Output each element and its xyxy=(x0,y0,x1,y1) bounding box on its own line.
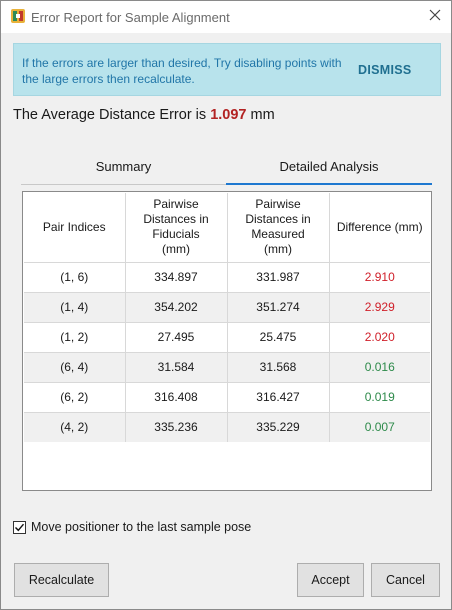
cell-pair-indices: (1, 2) xyxy=(24,321,126,352)
table-row[interactable]: (1, 4) 354.202 351.274 2.929 xyxy=(24,291,430,322)
move-positioner-checkbox[interactable] xyxy=(13,520,26,534)
move-positioner-option[interactable]: Move positioner to the last sample pose xyxy=(13,519,251,535)
recalculate-button[interactable]: Recalculate xyxy=(14,563,109,597)
cell-fiducial-distance: 316.408 xyxy=(125,381,228,412)
tab-detailed-analysis[interactable]: Detailed Analysis xyxy=(226,151,432,185)
cell-fiducial-distance: 354.202 xyxy=(125,291,228,322)
analysis-tabs: Summary Detailed Analysis xyxy=(21,151,432,185)
close-button[interactable] xyxy=(422,5,448,29)
cell-fiducial-distance: 335.236 xyxy=(125,411,228,442)
cell-measured-distance: 351.274 xyxy=(227,291,330,322)
cell-measured-distance: 25.475 xyxy=(227,321,330,352)
cell-difference: 0.016 xyxy=(329,351,430,382)
cell-pair-indices: (6, 4) xyxy=(24,351,126,382)
average-error-unit: mm xyxy=(250,107,275,123)
cell-pair-indices: (4, 2) xyxy=(24,411,126,442)
table-row[interactable]: (6, 2) 316.408 316.427 0.019 xyxy=(24,381,430,412)
header-pair-indices: Pair Indices xyxy=(24,193,126,262)
cell-difference: 0.007 xyxy=(329,411,430,442)
app-logo-icon xyxy=(11,9,25,23)
cell-measured-distance: 335.229 xyxy=(227,411,330,442)
cell-fiducial-distance: 27.495 xyxy=(125,321,228,352)
cell-difference: 0.019 xyxy=(329,381,430,412)
info-banner: If the errors are larger than desired, T… xyxy=(13,43,441,96)
cell-difference: 2.910 xyxy=(329,261,430,292)
table-row[interactable]: (4, 2) 335.236 335.229 0.007 xyxy=(24,411,430,442)
table-row[interactable]: (6, 4) 31.584 31.568 0.016 xyxy=(24,351,430,382)
cell-measured-distance: 331.987 xyxy=(227,261,330,292)
table-header-row: Pair Indices Pairwise Distances in Fiduc… xyxy=(24,193,430,262)
cell-fiducial-distance: 31.584 xyxy=(125,351,228,382)
cancel-button[interactable]: Cancel xyxy=(371,563,440,597)
checkmark-icon xyxy=(15,523,25,531)
move-positioner-label[interactable]: Move positioner to the last sample pose xyxy=(31,520,251,534)
average-error-label: The Average Distance Error is xyxy=(13,107,207,123)
window-title: Error Report for Sample Alignment xyxy=(31,10,230,25)
cell-pair-indices: (1, 4) xyxy=(24,291,126,322)
banner-message: If the errors are larger than desired, T… xyxy=(22,56,342,86)
tab-summary[interactable]: Summary xyxy=(21,151,226,185)
cell-difference: 2.929 xyxy=(329,291,430,322)
close-icon[interactable] xyxy=(429,8,441,26)
cell-difference: 2.020 xyxy=(329,321,430,352)
cell-pair-indices: (1, 6) xyxy=(24,261,126,292)
header-measured-distances: Pairwise Distances in Measured (mm) xyxy=(227,193,330,262)
title-bar: Error Report for Sample Alignment xyxy=(1,1,451,33)
header-difference: Difference (mm) xyxy=(336,219,423,234)
table-row[interactable]: (1, 2) 27.495 25.475 2.020 xyxy=(24,321,430,352)
cell-fiducial-distance: 334.897 xyxy=(125,261,228,292)
dismiss-button[interactable]: DISMISS xyxy=(358,63,412,77)
table-row[interactable]: (1, 6) 334.897 331.987 2.910 xyxy=(24,261,430,292)
header-fiducial-distances: Pairwise Distances in Fiducials (mm) xyxy=(125,193,228,262)
error-report-dialog: Error Report for Sample Alignment If the… xyxy=(0,0,452,610)
detailed-analysis-table: Pair Indices Pairwise Distances in Fiduc… xyxy=(22,191,432,491)
average-error-value: 1.097 xyxy=(210,107,247,123)
cell-measured-distance: 316.427 xyxy=(227,381,330,412)
cell-measured-distance: 31.568 xyxy=(227,351,330,382)
cell-pair-indices: (6, 2) xyxy=(24,381,126,412)
accept-button[interactable]: Accept xyxy=(297,563,364,597)
average-error-line: The Average Distance Error is 1.097 mm xyxy=(13,107,275,123)
